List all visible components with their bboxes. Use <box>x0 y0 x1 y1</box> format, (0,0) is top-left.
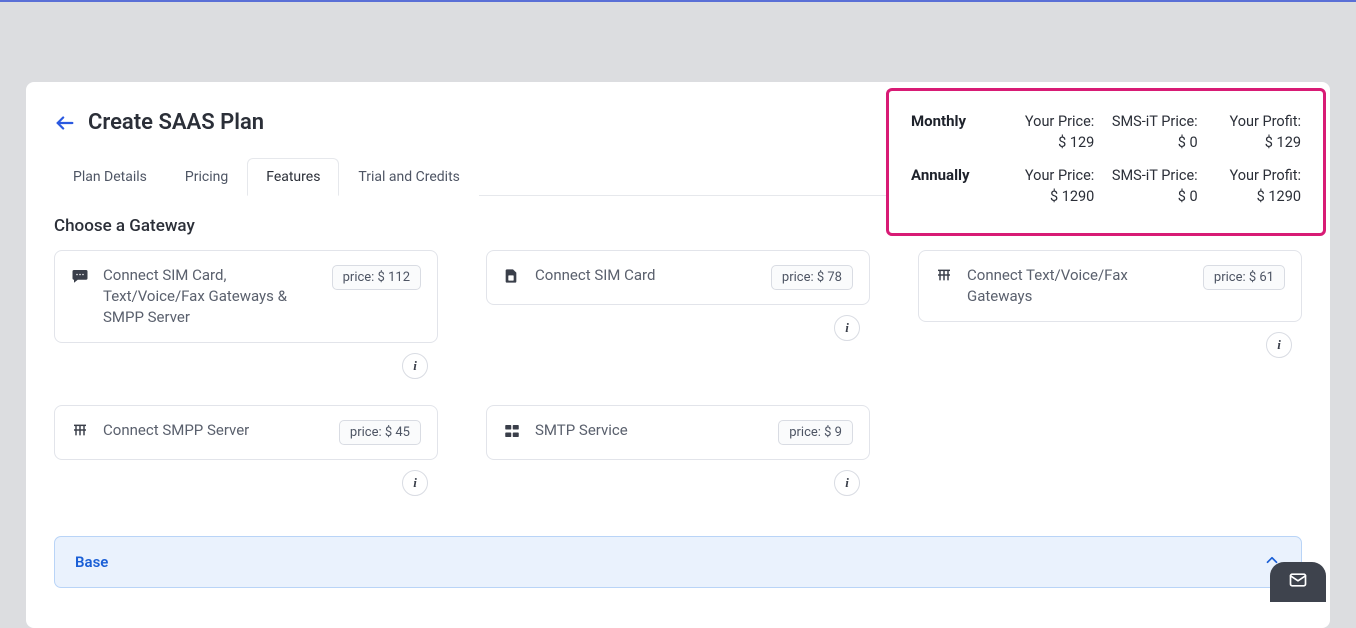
gateway-card[interactable]: Connect SMPP Server price: $ 45 <box>54 405 438 460</box>
gateway-card[interactable]: Connect SIM Card, Text/Voice/Fax Gateway… <box>54 250 438 343</box>
summary-your-price: Your Price: $ 129 <box>997 111 1094 153</box>
gateway-item: Connect SIM Card, Text/Voice/Fax Gateway… <box>54 250 438 379</box>
gateway-price-badge: price: $ 112 <box>332 265 421 290</box>
gateway-card[interactable]: SMTP Service price: $ 9 <box>486 405 870 460</box>
info-icon[interactable]: i <box>1266 332 1292 358</box>
server-stack-icon <box>503 422 523 444</box>
gateway-label: Connect SIM Card <box>535 265 759 286</box>
tab-plan-details[interactable]: Plan Details <box>54 158 166 196</box>
back-arrow-icon[interactable] <box>54 112 76 134</box>
summary-profit: Your Profit: $ 1290 <box>1204 165 1301 207</box>
gateway-label: Connect SMPP Server <box>103 420 327 441</box>
chat-widget-button[interactable] <box>1270 562 1326 602</box>
summary-row-monthly: Monthly Your Price: $ 129 SMS-iT Price: … <box>911 111 1301 153</box>
summary-smsit-price: SMS-iT Price: $ 0 <box>1100 111 1197 153</box>
info-icon[interactable]: i <box>834 470 860 496</box>
gateway-item: Connect Text/Voice/Fax Gateways price: $… <box>918 250 1302 379</box>
tab-features[interactable]: Features <box>247 158 339 196</box>
gateway-item: Connect SIM Card price: $ 78 i <box>486 250 870 379</box>
summary-row-annually: Annually Your Price: $ 1290 SMS-iT Price… <box>911 165 1301 207</box>
gateway-price-badge: price: $ 45 <box>339 420 421 445</box>
gateway-card[interactable]: Connect Text/Voice/Fax Gateways price: $… <box>918 250 1302 322</box>
page-title: Create SAAS Plan <box>88 110 264 135</box>
gateway-label: Connect Text/Voice/Fax Gateways <box>967 265 1191 307</box>
info-icon[interactable]: i <box>402 353 428 379</box>
accordion-base[interactable]: Base <box>54 536 1302 588</box>
summary-your-price: Your Price: $ 1290 <box>997 165 1094 207</box>
summary-smsit-price: SMS-iT Price: $ 0 <box>1100 165 1197 207</box>
summary-period: Annually <box>911 165 991 184</box>
gateway-card[interactable]: Connect SIM Card price: $ 78 <box>486 250 870 305</box>
tab-pricing[interactable]: Pricing <box>166 158 247 196</box>
gateway-label: SMTP Service <box>535 420 766 441</box>
gateway-item: Connect SMPP Server price: $ 45 i <box>54 405 438 496</box>
gateway-price-badge: price: $ 9 <box>778 420 853 445</box>
sim-card-icon <box>503 267 523 289</box>
gateway-icon <box>935 267 955 287</box>
gateway-price-badge: price: $ 61 <box>1203 265 1285 290</box>
info-icon[interactable]: i <box>834 315 860 341</box>
summary-period: Monthly <box>911 111 991 130</box>
gateway-grid: Connect SIM Card, Text/Voice/Fax Gateway… <box>54 250 1302 496</box>
summary-profit: Your Profit: $ 129 <box>1204 111 1301 153</box>
mail-icon <box>1285 570 1311 594</box>
tab-trial-credits[interactable]: Trial and Credits <box>339 158 478 196</box>
gateway-icon <box>71 422 91 442</box>
pricing-summary-panel: Monthly Your Price: $ 129 SMS-iT Price: … <box>886 88 1326 236</box>
chat-bubble-icon <box>71 267 91 289</box>
info-icon[interactable]: i <box>402 470 428 496</box>
gateway-item: SMTP Service price: $ 9 i <box>486 405 870 496</box>
gateway-label: Connect SIM Card, Text/Voice/Fax Gateway… <box>103 265 320 328</box>
gateway-price-badge: price: $ 78 <box>771 265 853 290</box>
accordion-label: Base <box>75 553 108 571</box>
